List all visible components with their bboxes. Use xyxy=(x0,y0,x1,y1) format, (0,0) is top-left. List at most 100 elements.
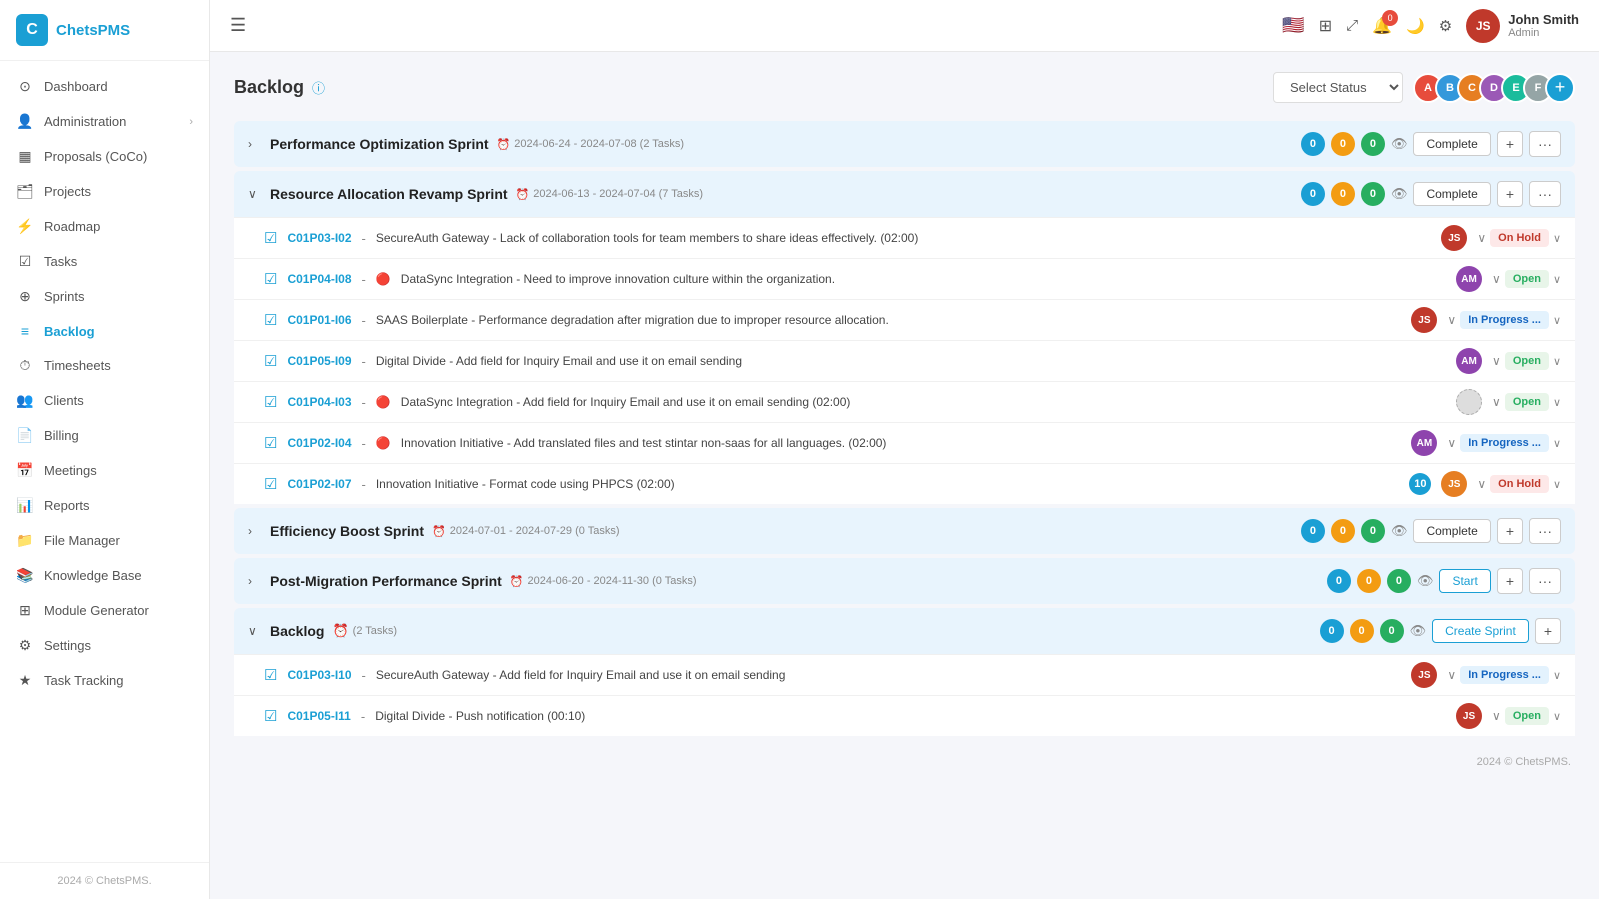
sprint-add-task-btn-sprint2[interactable]: + xyxy=(1497,181,1523,207)
sidebar-item-billing[interactable]: 📄 Billing xyxy=(0,418,209,453)
sidebar-item-file-manager[interactable]: 📁 File Manager xyxy=(0,523,209,558)
reports-nav-label: Reports xyxy=(44,498,90,513)
sidebar-logo[interactable]: C ChetsPMS xyxy=(0,0,209,61)
sidebar-item-timesheets[interactable]: ⏱ Timesheets xyxy=(0,348,209,383)
notification-icon[interactable]: 🔔 0 xyxy=(1372,16,1392,36)
sprint-header-sprint3[interactable]: › Efficiency Boost Sprint ⏰ 2024-07-01 -… xyxy=(234,508,1575,554)
add-member-button[interactable]: + xyxy=(1545,73,1575,103)
apps-icon[interactable]: ⊞ xyxy=(1319,16,1332,36)
sprint-create-extra-btn-backlog-section[interactable]: + xyxy=(1535,618,1561,644)
task-check-C01P04-I03[interactable]: ☑ xyxy=(264,393,277,411)
sprint-eye-icon-sprint1[interactable]: 👁 xyxy=(1391,136,1408,152)
sidebar-item-sprints[interactable]: ⊕ Sprints xyxy=(0,279,209,314)
task-id-C01P03-I02[interactable]: C01P03-I02 xyxy=(287,231,351,245)
task-check-C01P05-I11[interactable]: ☑ xyxy=(264,707,277,725)
task-id-C01P04-I08[interactable]: C01P04-I08 xyxy=(287,272,351,286)
sidebar-item-task-tracking[interactable]: ★ Task Tracking xyxy=(0,663,209,698)
task-status-dropdown-C01P02-I07[interactable]: ∨ xyxy=(1553,478,1561,491)
task-check-C01P03-I02[interactable]: ☑ xyxy=(264,229,277,247)
task-chevron-btn-C01P04-I08[interactable]: ∨ xyxy=(1492,272,1501,286)
task-check-C01P01-I06[interactable]: ☑ xyxy=(264,311,277,329)
task-tracking-nav-label: Task Tracking xyxy=(44,673,123,688)
sidebar-item-module-generator[interactable]: ⊞ Module Generator xyxy=(0,593,209,628)
sprint-more-btn-sprint2[interactable]: ··· xyxy=(1529,181,1561,207)
task-check-C01P05-I09[interactable]: ☑ xyxy=(264,352,277,370)
task-chevron-btn-C01P01-I06[interactable]: ∨ xyxy=(1447,313,1456,327)
sidebar-item-meetings[interactable]: 📅 Meetings xyxy=(0,453,209,488)
task-chevron-btn-C01P03-I02[interactable]: ∨ xyxy=(1477,231,1486,245)
sprint-add-task-btn-sprint1[interactable]: + xyxy=(1497,131,1523,157)
task-id-C01P03-I10[interactable]: C01P03-I10 xyxy=(287,668,351,682)
sprint-action-btn-sprint1[interactable]: Complete xyxy=(1413,132,1490,156)
task-status-dropdown-C01P01-I06[interactable]: ∨ xyxy=(1553,314,1561,327)
task-status-dropdown-C01P03-I02[interactable]: ∨ xyxy=(1553,232,1561,245)
sprint-header-backlog-section[interactable]: ∨ Backlog ⏰ (2 Tasks) 0 0 0 👁 Create Spr… xyxy=(234,608,1575,654)
task-chevron-btn-C01P05-I09[interactable]: ∨ xyxy=(1492,354,1501,368)
task-status-dropdown-C01P05-I09[interactable]: ∨ xyxy=(1553,355,1561,368)
sprint-eye-icon-sprint4[interactable]: 👁 xyxy=(1417,573,1434,589)
sprint-chevron-backlog-section: ∨ xyxy=(248,624,262,638)
user-profile-section[interactable]: JS John Smith Admin xyxy=(1466,9,1579,43)
sidebar-item-knowledge-base[interactable]: 📚 Knowledge Base xyxy=(0,558,209,593)
sprint-header-sprint4[interactable]: › Post-Migration Performance Sprint ⏰ 20… xyxy=(234,558,1575,604)
sidebar-item-proposals[interactable]: ▦ Proposals (CoCo) xyxy=(0,139,209,174)
dark-mode-icon[interactable]: 🌙 xyxy=(1406,17,1425,35)
main-content: Backlog ⓘ Select Status Open In Progress… xyxy=(210,52,1599,899)
task-id-C01P02-I04[interactable]: C01P02-I04 xyxy=(287,436,351,450)
menu-toggle-icon[interactable]: ☰ xyxy=(230,15,246,36)
sidebar-item-administration[interactable]: 👤 Administration › xyxy=(0,104,209,139)
sprint-more-btn-sprint1[interactable]: ··· xyxy=(1529,131,1561,157)
sprint-add-task-btn-sprint4[interactable]: + xyxy=(1497,568,1523,594)
sidebar-item-dashboard[interactable]: ⊙ Dashboard xyxy=(0,69,209,104)
task-id-C01P05-I11[interactable]: C01P05-I11 xyxy=(287,709,350,723)
task-chevron-btn-C01P05-I11[interactable]: ∨ xyxy=(1492,709,1501,723)
sprint-more-btn-sprint4[interactable]: ··· xyxy=(1529,568,1561,594)
task-chevron-btn-C01P04-I03[interactable]: ∨ xyxy=(1492,395,1501,409)
sidebar-item-clients[interactable]: 👥 Clients xyxy=(0,383,209,418)
task-chevron-btn-C01P02-I07[interactable]: ∨ xyxy=(1477,477,1486,491)
task-id-C01P01-I06[interactable]: C01P01-I06 xyxy=(287,313,351,327)
status-select[interactable]: Select Status Open In Progress On Hold C… xyxy=(1273,72,1403,103)
sprint-chevron-sprint2: ∨ xyxy=(248,187,262,201)
page-info-icon[interactable]: ⓘ xyxy=(312,78,325,97)
flag-icon[interactable]: 🇺🇸 xyxy=(1282,15,1304,36)
sprint-eye-icon-sprint3[interactable]: 👁 xyxy=(1391,523,1408,539)
page-header: Backlog ⓘ Select Status Open In Progress… xyxy=(234,72,1575,103)
task-status-badge-C01P02-I04: In Progress ... xyxy=(1460,434,1549,452)
task-status-dropdown-C01P03-I10[interactable]: ∨ xyxy=(1553,669,1561,682)
task-status-dropdown-C01P04-I03[interactable]: ∨ xyxy=(1553,396,1561,409)
task-check-C01P04-I08[interactable]: ☑ xyxy=(264,270,277,288)
backlog-nav-label: Backlog xyxy=(44,324,95,339)
sprint-add-task-btn-sprint3[interactable]: + xyxy=(1497,518,1523,544)
sprint-eye-icon-backlog-section[interactable]: 👁 xyxy=(1410,623,1427,639)
sprint-action-btn-backlog-section[interactable]: Create Sprint xyxy=(1432,619,1529,643)
task-status-dropdown-C01P04-I08[interactable]: ∨ xyxy=(1553,273,1561,286)
fullscreen-icon[interactable]: ⤢ xyxy=(1346,17,1358,34)
task-check-C01P02-I04[interactable]: ☑ xyxy=(264,434,277,452)
sprint-eye-icon-sprint2[interactable]: 👁 xyxy=(1391,186,1408,202)
sprint-more-btn-sprint3[interactable]: ··· xyxy=(1529,518,1561,544)
settings-icon[interactable]: ⚙ xyxy=(1439,17,1452,35)
task-chevron-btn-C01P02-I04[interactable]: ∨ xyxy=(1447,436,1456,450)
task-sep-C01P04-I08: - xyxy=(362,272,366,287)
task-check-C01P03-I10[interactable]: ☑ xyxy=(264,666,277,684)
sidebar-item-reports[interactable]: 📊 Reports xyxy=(0,488,209,523)
sidebar-item-projects[interactable]: 🗂 Projects xyxy=(0,174,209,209)
sidebar-item-backlog[interactable]: ≡ Backlog xyxy=(0,314,209,348)
sidebar-item-tasks[interactable]: ☑ Tasks xyxy=(0,244,209,279)
sidebar-item-roadmap[interactable]: ⚡ Roadmap xyxy=(0,209,209,244)
task-id-C01P05-I09[interactable]: C01P05-I09 xyxy=(287,354,351,368)
sprint-header-sprint2[interactable]: ∨ Resource Allocation Revamp Sprint ⏰ 20… xyxy=(234,171,1575,217)
sidebar-item-settings[interactable]: ⚙ Settings xyxy=(0,628,209,663)
task-chevron-btn-C01P03-I10[interactable]: ∨ xyxy=(1447,668,1456,682)
task-id-C01P04-I03[interactable]: C01P04-I03 xyxy=(287,395,351,409)
task-status-dropdown-C01P05-I11[interactable]: ∨ xyxy=(1553,710,1561,723)
sprint-action-btn-sprint2[interactable]: Complete xyxy=(1413,182,1490,206)
task-text-C01P05-I11: Digital Divide - Push notification (00:1… xyxy=(375,709,1446,723)
sprint-action-btn-sprint4[interactable]: Start xyxy=(1439,569,1490,593)
task-id-C01P02-I07[interactable]: C01P02-I07 xyxy=(287,477,351,491)
sprint-action-btn-sprint3[interactable]: Complete xyxy=(1413,519,1490,543)
task-status-dropdown-C01P02-I04[interactable]: ∨ xyxy=(1553,437,1561,450)
sprint-header-sprint1[interactable]: › Performance Optimization Sprint ⏰ 2024… xyxy=(234,121,1575,167)
task-check-C01P02-I07[interactable]: ☑ xyxy=(264,475,277,493)
